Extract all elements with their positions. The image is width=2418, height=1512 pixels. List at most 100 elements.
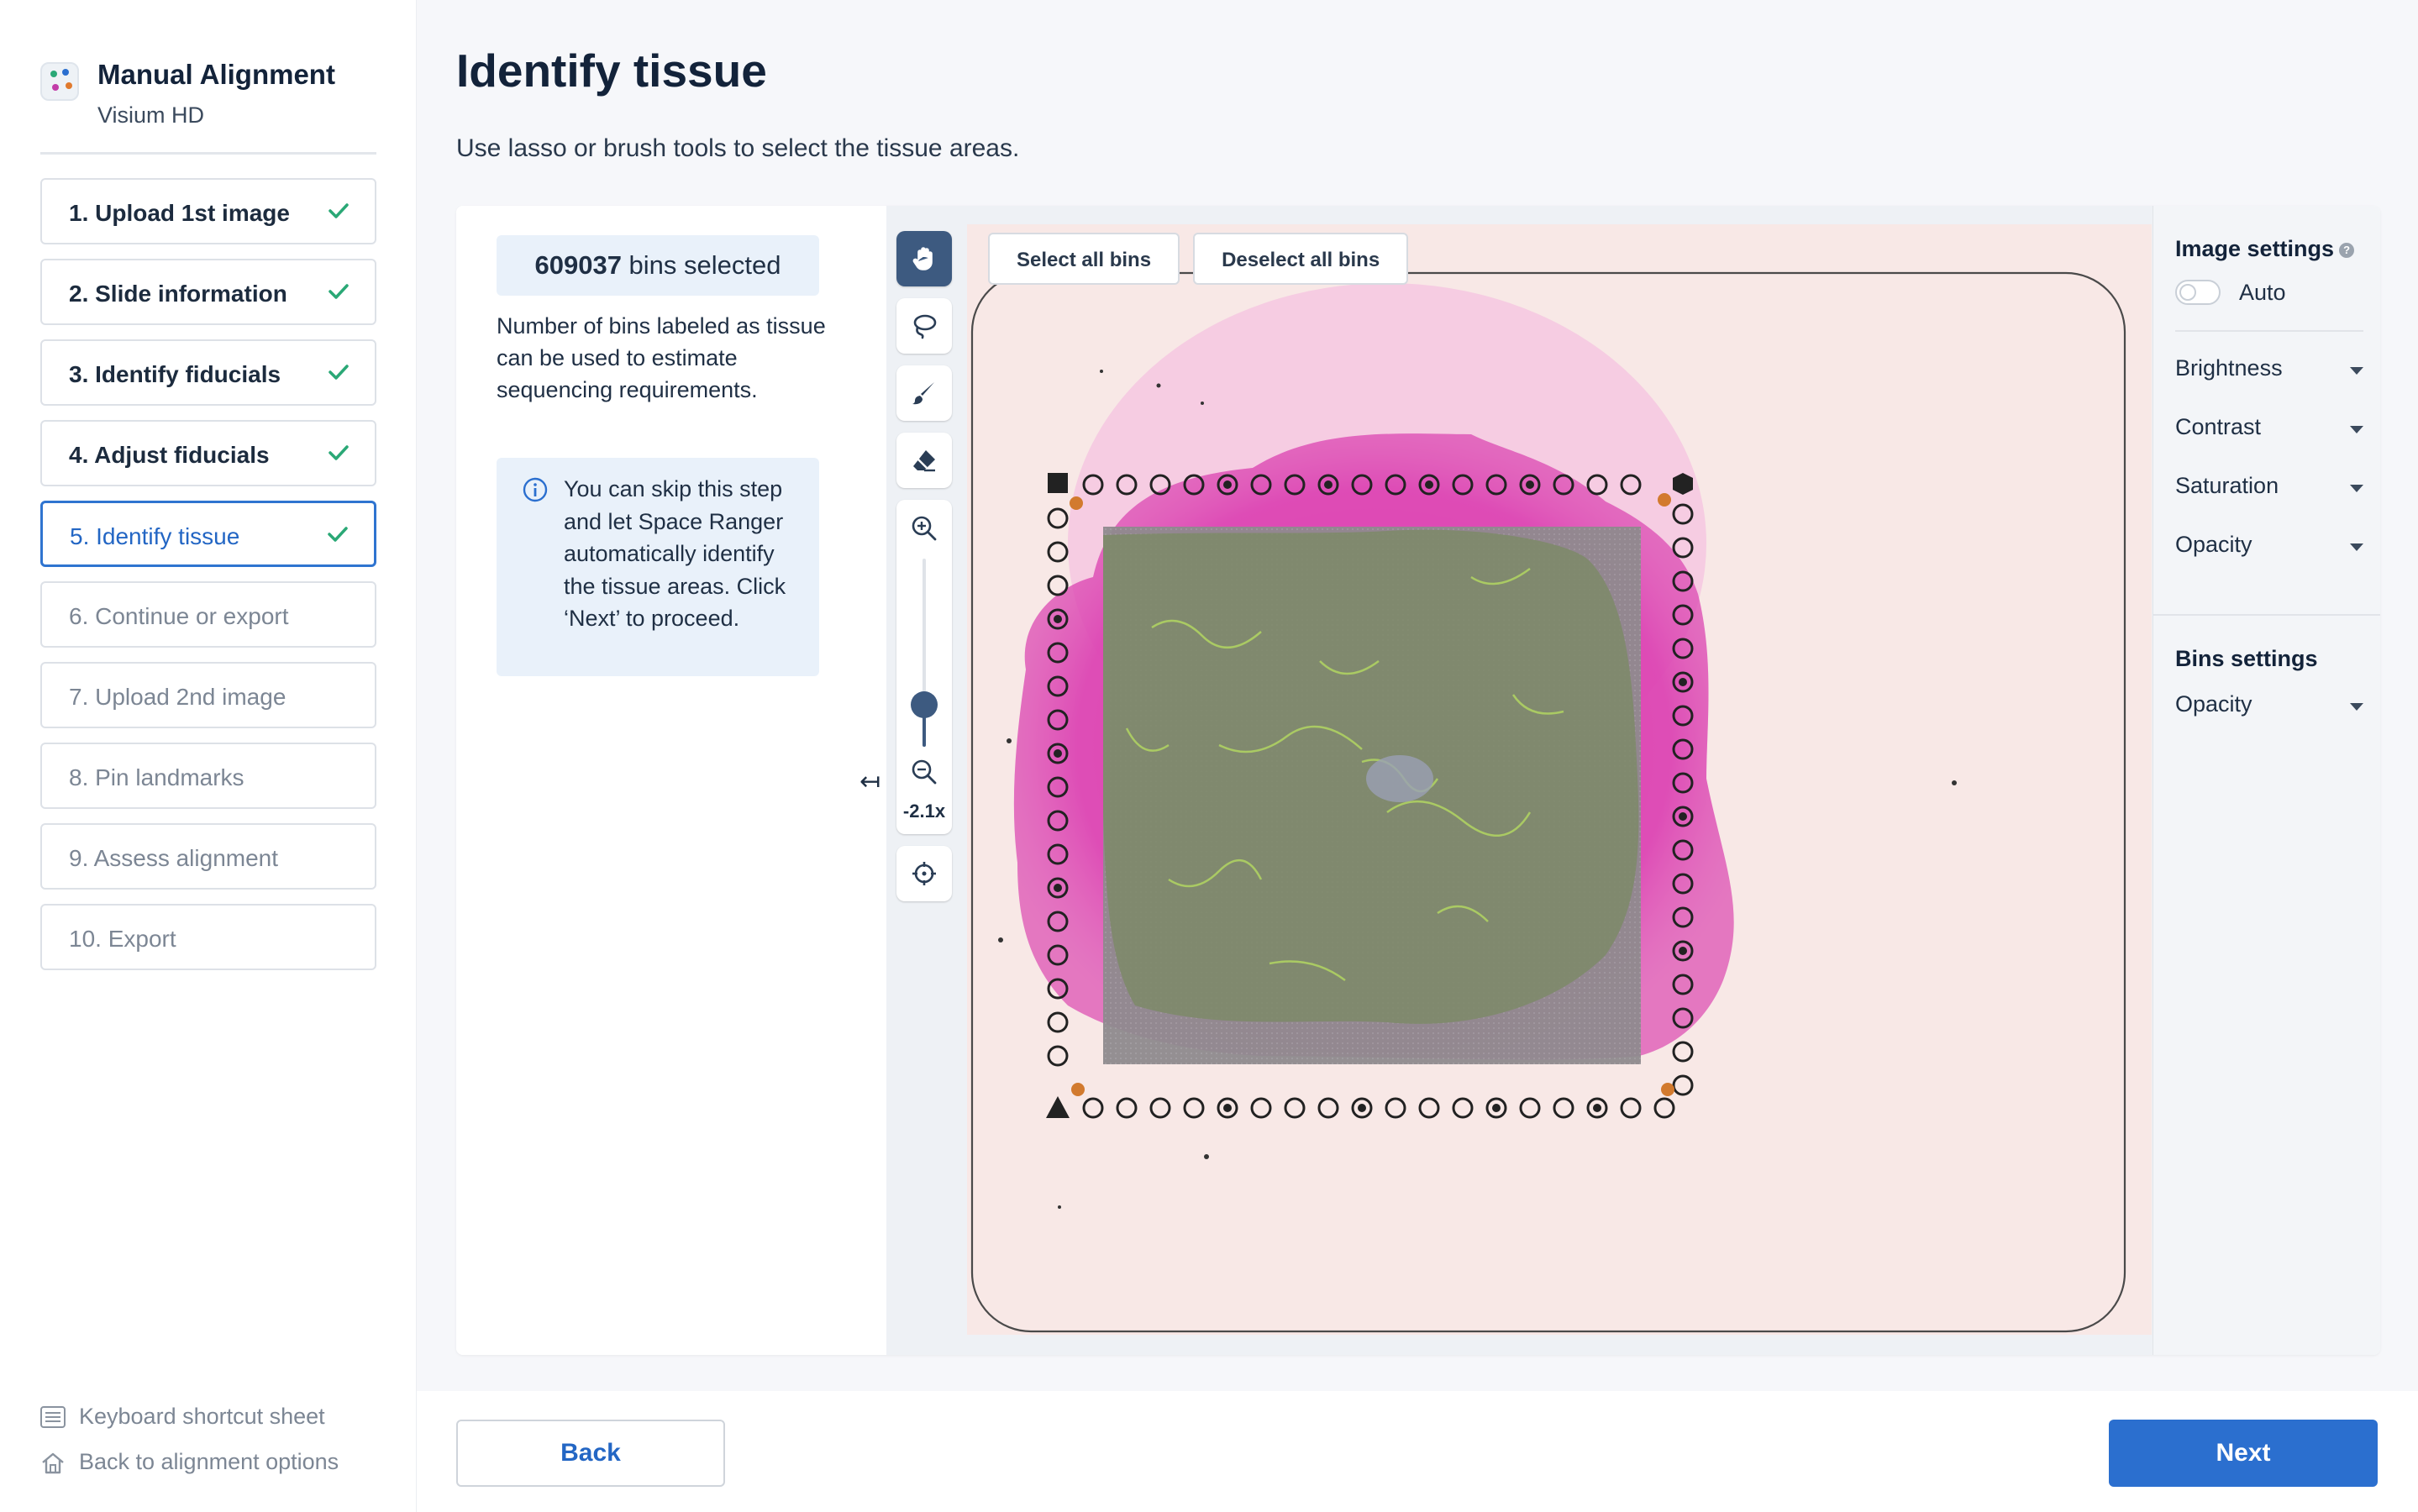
zoom-out-icon[interactable] [911, 759, 938, 785]
check-icon [329, 203, 349, 218]
keyboard-shortcut-link[interactable]: Keyboard shortcut sheet [40, 1398, 393, 1443]
back-button[interactable]: Back [456, 1420, 725, 1487]
sidebar: Manual Alignment Visium HD 1. Upload 1st… [0, 0, 417, 1512]
skip-info-text: You can skip this step and let Space Ran… [564, 476, 786, 631]
home-icon [42, 1452, 64, 1474]
step-label: 9. Assess alignment [69, 845, 279, 871]
step-label: 1. Upload 1st image [69, 200, 290, 226]
step-identify-fiducials[interactable]: 3. Identify fiducials [40, 339, 376, 406]
pan-tool-button[interactable] [896, 231, 952, 286]
step-continue-or-export[interactable]: 6. Continue or export [40, 581, 376, 648]
app-title: Manual Alignment [97, 59, 335, 90]
step-label: 4. Adjust fiducials [69, 442, 270, 468]
deselect-all-bins-button[interactable]: Deselect all bins [1193, 233, 1409, 285]
corner-square-marker [1048, 473, 1068, 493]
step-assess-alignment[interactable]: 9. Assess alignment [40, 823, 376, 890]
bins-settings-title: Bins settings [2175, 646, 2318, 671]
step-pin-landmarks[interactable]: 8. Pin landmarks [40, 743, 376, 809]
step-slide-information[interactable]: 2. Slide information [40, 259, 376, 325]
zoom-level: -2.1x [902, 801, 946, 822]
step-label: 3. Identify fiducials [69, 361, 281, 387]
alignment-app-icon [40, 62, 79, 101]
zoom-control: -2.1x [896, 500, 952, 834]
settings-panel: Image settings? Auto Brightness Contrast… [2153, 206, 2380, 1355]
check-icon [328, 527, 348, 542]
image-opacity-dropdown[interactable]: Opacity [2175, 532, 2363, 565]
check-icon [329, 284, 349, 299]
contrast-dropdown[interactable]: Contrast [2175, 414, 2363, 448]
zoom-slider-handle[interactable] [911, 691, 938, 718]
toggle-knob [2179, 284, 2196, 301]
page-title: Identify tissue [456, 45, 767, 97]
next-button[interactable]: Next [2109, 1420, 2378, 1487]
step-label: 7. Upload 2nd image [69, 684, 286, 710]
saturation-dropdown[interactable]: Saturation [2175, 473, 2363, 507]
back-to-options-label: Back to alignment options [79, 1449, 339, 1474]
app-brand: Manual Alignment Visium HD [40, 55, 376, 155]
bins-selected-badge: 609037 bins selected [497, 235, 819, 296]
step-label: 2. Slide information [69, 281, 287, 307]
brush-icon [912, 382, 934, 405]
crosshair-icon [912, 862, 936, 885]
step-upload-2nd-image[interactable]: 7. Upload 2nd image [40, 662, 376, 728]
step-upload-1st-image[interactable]: 1. Upload 1st image [40, 178, 376, 244]
caret-down-icon [2350, 426, 2363, 433]
check-icon [329, 445, 349, 460]
setting-label: Saturation [2175, 473, 2279, 498]
divider [2153, 614, 2380, 616]
step-identify-tissue[interactable]: 5. Identify tissue [40, 501, 376, 567]
sidebar-footer: Keyboard shortcut sheet Back to alignmen… [40, 1398, 393, 1488]
info-icon [523, 477, 548, 502]
caret-down-icon [2350, 703, 2363, 711]
setting-label: Contrast [2175, 414, 2262, 439]
app-subtitle: Visium HD [97, 102, 205, 128]
step-adjust-fiducials[interactable]: 4. Adjust fiducials [40, 420, 376, 486]
eraser-icon [913, 450, 935, 472]
tissue-image-canvas[interactable] [967, 224, 2152, 1335]
skip-info-box: You can skip this step and let Space Ran… [497, 458, 819, 676]
lasso-icon [913, 314, 937, 339]
tool-column: -2.1x [896, 231, 952, 913]
auto-label: Auto [2239, 280, 2286, 305]
step-label: 8. Pin landmarks [69, 764, 244, 790]
bins-count-suffix: bins selected [621, 250, 781, 280]
select-all-bins-button[interactable]: Select all bins [988, 233, 1180, 285]
image-viewer[interactable]: -2.1x Select all bins Deselect all bins [886, 206, 2165, 1355]
check-icon [329, 365, 349, 380]
slide-image[interactable] [967, 224, 2152, 1335]
step-list: 1. Upload 1st image 2. Slide information… [40, 178, 376, 984]
step-label: 5. Identify tissue [70, 523, 240, 549]
help-icon[interactable]: ? [2339, 242, 2355, 258]
step-label: 10. Export [69, 926, 176, 952]
lasso-tool-button[interactable] [896, 298, 952, 354]
image-settings-heading: Image settings? [2175, 236, 2355, 262]
bins-count: 609037 [534, 250, 622, 280]
bins-note: Number of bins labeled as tissue can be … [497, 313, 826, 402]
zoom-in-icon[interactable] [911, 515, 938, 542]
brush-tool-button[interactable] [896, 365, 952, 421]
action-bar: Back Next [417, 1391, 2418, 1512]
workspace-card: 609037 bins selected Number of bins labe… [456, 206, 2380, 1355]
caret-down-icon [2350, 543, 2363, 551]
setting-label: Opacity [2175, 691, 2252, 717]
eraser-tool-button[interactable] [896, 433, 952, 488]
step-export[interactable]: 10. Export [40, 904, 376, 970]
image-settings-title: Image settings [2175, 236, 2335, 261]
brightness-dropdown[interactable]: Brightness [2175, 355, 2363, 389]
caret-down-icon [2350, 367, 2363, 375]
page-description: Use lasso or brush tools to select the t… [456, 134, 1020, 162]
recenter-button[interactable] [896, 846, 952, 901]
step-label: 6. Continue or export [69, 603, 289, 629]
bins-info-panel: 609037 bins selected Number of bins labe… [456, 206, 861, 1355]
bins-opacity-dropdown[interactable]: Opacity [2175, 691, 2363, 725]
divider [2175, 330, 2363, 332]
setting-label: Brightness [2175, 355, 2283, 381]
keyboard-shortcut-label: Keyboard shortcut sheet [79, 1404, 325, 1429]
hand-icon [912, 247, 933, 270]
collapse-panel-icon[interactable]: ↤ [859, 767, 880, 796]
back-to-alignment-options-link[interactable]: Back to alignment options [40, 1443, 393, 1488]
setting-label: Opacity [2175, 532, 2252, 557]
caret-down-icon [2350, 485, 2363, 492]
auto-toggle[interactable] [2175, 280, 2221, 305]
list-icon [40, 1406, 66, 1428]
